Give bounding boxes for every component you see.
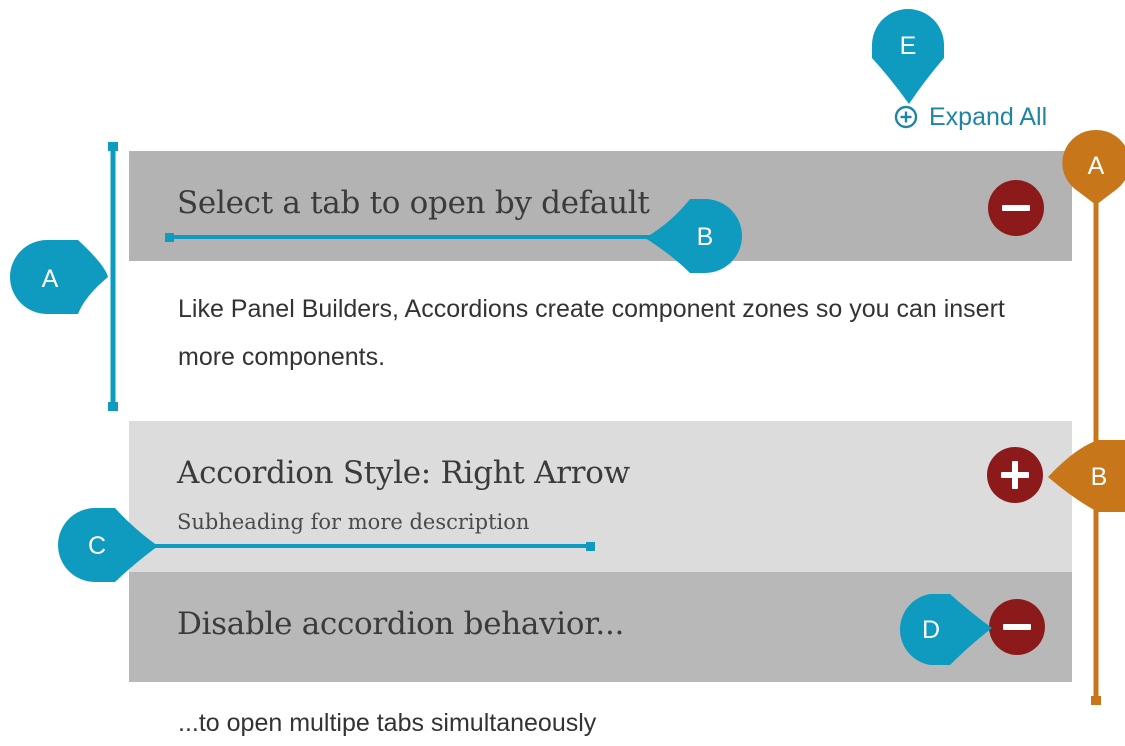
callout-label: E: [900, 32, 917, 60]
plus-circle-icon: [894, 105, 918, 129]
accordion-subheading: Subheading for more description: [177, 510, 530, 534]
expand-button[interactable]: [987, 447, 1043, 503]
bracket-cap: [108, 142, 118, 151]
accordion-title: Disable accordion behavior...: [177, 606, 625, 642]
collapse-button[interactable]: [989, 599, 1045, 655]
accordion-title: Select a tab to open by default: [177, 185, 650, 221]
callout-blue-a: [10, 240, 108, 314]
expand-all-link[interactable]: Expand All: [894, 100, 1047, 134]
accordion-panel-body: ...to open multipe tabs simultaneously: [178, 709, 597, 737]
accordion-header-disable-behavior[interactable]: Disable accordion behavior...: [129, 572, 1072, 682]
minus-icon: [1003, 624, 1031, 630]
accordion-title: Accordion Style: Right Arrow: [177, 455, 630, 491]
callout-label: A: [42, 265, 59, 293]
bracket-cap: [1091, 696, 1101, 705]
accordion-header-right-arrow[interactable]: Accordion Style: Right Arrow Subheading …: [129, 421, 1072, 572]
accordion-header-default-tab[interactable]: Select a tab to open by default: [129, 151, 1072, 261]
bracket-cap: [108, 402, 118, 411]
callout-label: B: [1091, 463, 1108, 491]
minus-icon: [1002, 205, 1030, 211]
plus-icon-v: [1012, 461, 1018, 489]
collapse-button[interactable]: [988, 180, 1044, 236]
expand-all-label: Expand All: [929, 102, 1048, 131]
callout-blue-e: [872, 9, 944, 104]
callout-label: C: [88, 532, 106, 560]
callout-label: A: [1088, 152, 1105, 180]
accordion-panel-body: Like Panel Builders, Accordions create c…: [178, 295, 1005, 371]
